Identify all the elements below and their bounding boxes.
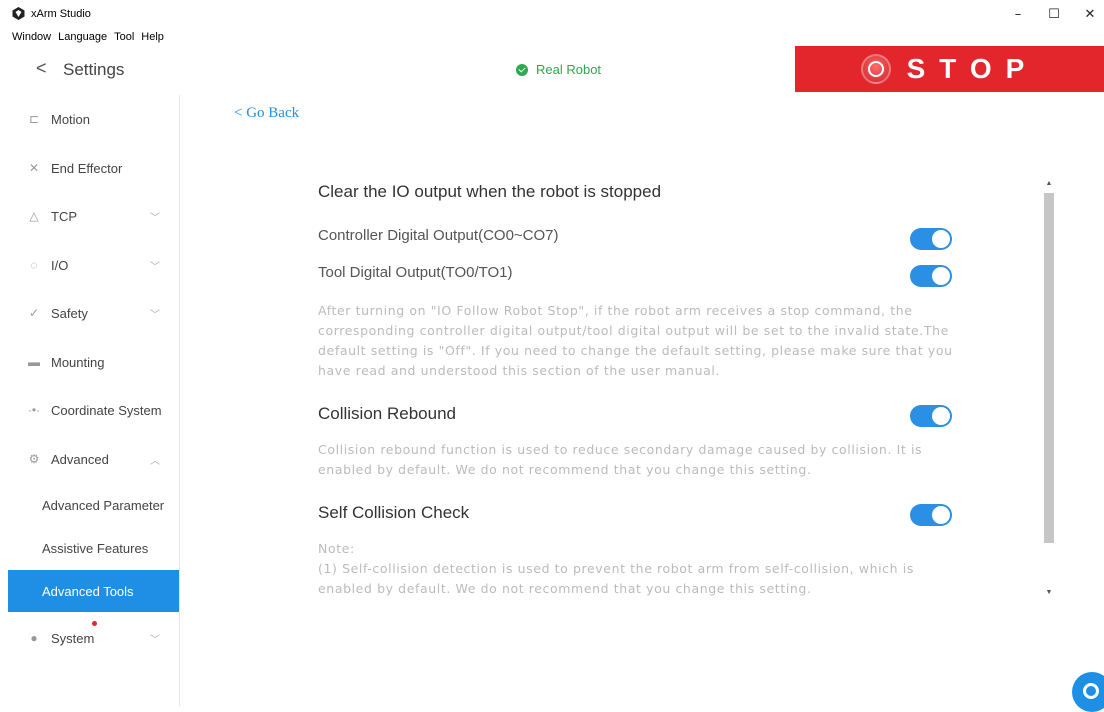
- scroll-up-arrow-icon[interactable]: ▲: [1045, 180, 1053, 187]
- sidebar-subitem-label: Advanced Parameter: [42, 497, 165, 513]
- io-description: After turning on "IO Follow Robot Stop",…: [318, 303, 953, 378]
- sidebar-subitem-label: Assistive Features: [42, 540, 149, 556]
- note-label: Note:: [318, 541, 355, 556]
- self-collision-title: Self Collision Check: [318, 503, 470, 522]
- sidebar-item-label: I/O: [51, 257, 69, 273]
- robot-status-label: Real Robot: [536, 62, 602, 77]
- menubar: Window Language Tool Help: [0, 30, 164, 45]
- sidebar-item-label: TCP: [51, 208, 77, 224]
- go-back-link[interactable]: < Go Back: [234, 105, 299, 122]
- coordinate-icon: ·•·: [27, 403, 41, 417]
- gripper-icon: ✕: [28, 161, 40, 175]
- sidebar-item-label: Mounting: [51, 354, 105, 370]
- emergency-stop-button[interactable]: STOP: [795, 46, 1104, 92]
- sidebar-item-motion[interactable]: ⊏ Motion: [0, 95, 179, 143]
- settings-header: < Settings Real Robot STOP: [0, 46, 1104, 92]
- scroll-thumb[interactable]: [1044, 193, 1054, 543]
- collision-description: Collision rebound function is used to re…: [318, 442, 923, 477]
- tcp-triangle-icon: △: [29, 209, 39, 223]
- sidebar-item-label: System: [51, 630, 95, 646]
- advanced-tools-panel: Clear the IO output when the robot is st…: [318, 178, 958, 598]
- menu-language[interactable]: Language: [58, 30, 107, 45]
- sidebar-item-label: Coordinate System: [51, 402, 162, 418]
- stop-power-icon: [860, 54, 891, 84]
- io-section-title: Clear the IO output when the robot is st…: [318, 182, 662, 201]
- sidebar-item-mounting[interactable]: ▬ Mounting: [0, 338, 179, 386]
- chevron-down-icon: ﹀: [150, 309, 160, 321]
- check-circle-icon: [516, 63, 528, 76]
- content-scrollbar[interactable]: ▲ ▼: [1042, 178, 1056, 598]
- sidebar-item-tcp[interactable]: △ TCP ﹀: [0, 192, 179, 240]
- chevron-down-icon: ﹀: [150, 261, 160, 273]
- controller-output-toggle[interactable]: [910, 228, 952, 250]
- system-info-icon: ●: [30, 631, 38, 645]
- settings-sidebar: ⊏ Motion ✕ End Effector △ TCP ﹀ ◌ I/O ﹀ …: [0, 95, 180, 706]
- menu-help[interactable]: Help: [141, 30, 164, 45]
- chevron-down-icon: ﹀: [150, 212, 160, 224]
- stop-label: STOP: [906, 53, 1039, 84]
- sidebar-item-end-effector[interactable]: ✕ End Effector: [0, 144, 179, 192]
- sidebar-item-coordinate-system[interactable]: ·•· Coordinate System: [0, 386, 179, 434]
- maximize-button[interactable]: ☐: [1044, 5, 1064, 25]
- close-button[interactable]: ✕: [1080, 5, 1100, 25]
- page-title: Settings: [63, 60, 125, 79]
- io-icon: ◌: [30, 258, 38, 272]
- sidebar-subitem-advanced-tools[interactable]: Advanced Tools: [8, 570, 179, 612]
- notification-dot: [92, 621, 97, 626]
- motion-icon: ⊏: [28, 112, 40, 126]
- app-title: xArm Studio: [31, 8, 91, 20]
- chevron-down-icon: ﹀: [150, 634, 160, 646]
- safety-check-icon: ✓: [28, 306, 40, 320]
- sidebar-item-io[interactable]: ◌ I/O ﹀: [0, 241, 179, 289]
- sidebar-subitem-label: Advanced Tools: [42, 583, 134, 599]
- menu-window[interactable]: Window: [12, 30, 51, 45]
- settings-gear-icon[interactable]: [1072, 672, 1104, 712]
- sidebar-item-label: Advanced: [51, 451, 109, 467]
- sidebar-item-label: Motion: [51, 111, 91, 127]
- controller-output-label: Controller Digital Output(CO0~CO7): [318, 227, 559, 244]
- window-titlebar: xArm Studio – ☐ ✕: [0, 0, 1104, 30]
- advanced-icon: ⚙: [28, 452, 40, 466]
- back-chevron-icon[interactable]: <: [36, 58, 47, 79]
- minimize-button[interactable]: –: [1008, 5, 1028, 25]
- mounting-icon: ▬: [28, 355, 40, 369]
- sidebar-item-label: End Effector: [51, 160, 123, 176]
- sidebar-item-advanced[interactable]: ⚙ Advanced ︿: [0, 435, 179, 483]
- scroll-down-arrow-icon[interactable]: ▼: [1045, 589, 1053, 596]
- chevron-up-icon: ︿: [150, 455, 160, 467]
- sidebar-subitem-assistive-features[interactable]: Assistive Features: [8, 527, 179, 569]
- sidebar-subitem-advanced-parameter[interactable]: Advanced Parameter: [8, 484, 179, 526]
- self-collision-note: (1) Self-collision detection is used to …: [318, 561, 914, 596]
- sidebar-item-system[interactable]: ● System ﹀: [0, 614, 179, 662]
- sidebar-item-label: Safety: [51, 305, 88, 321]
- xarm-logo-icon: [12, 7, 25, 20]
- robot-status: Real Robot: [516, 62, 601, 77]
- sidebar-item-safety[interactable]: ✓ Safety ﹀: [0, 289, 179, 337]
- menu-tool[interactable]: Tool: [114, 30, 134, 45]
- collision-rebound-title: Collision Rebound: [318, 404, 456, 423]
- self-collision-toggle[interactable]: [910, 504, 952, 526]
- collision-rebound-toggle[interactable]: [910, 405, 952, 427]
- tool-output-toggle[interactable]: [910, 265, 952, 287]
- tool-output-label: Tool Digital Output(TO0/TO1): [318, 264, 513, 281]
